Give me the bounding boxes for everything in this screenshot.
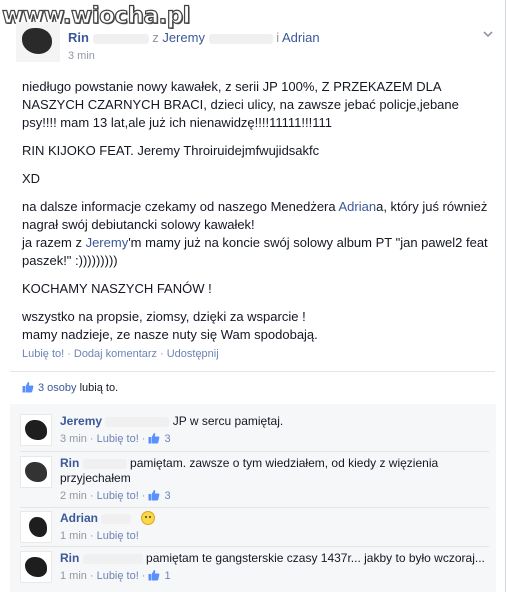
commenter-name[interactable]: Rin xyxy=(60,456,79,470)
commenter-avatar[interactable] xyxy=(20,414,52,446)
comment-like-button[interactable]: Lubię to! xyxy=(97,490,139,502)
comment-time[interactable]: 1 min xyxy=(60,530,87,542)
commenter-name[interactable]: Adrian xyxy=(60,511,98,525)
comment-meta: 2 min · Lubię to! · 3 xyxy=(60,489,171,502)
post-author-line: Rin z Jeremy i Adrian xyxy=(68,30,320,45)
smiley-emoji-icon xyxy=(140,511,155,525)
comment-text-line: Jeremy JP w sercu pamiętaj. xyxy=(60,414,490,429)
post-paragraph: KOCHAMY NASZYCH FANÓW ! xyxy=(22,281,212,296)
comment-like-count[interactable]: 1 xyxy=(164,570,170,582)
comment-like-count[interactable]: 3 xyxy=(164,490,170,502)
thumbs-up-icon xyxy=(148,569,160,581)
thumbs-up-icon xyxy=(22,381,34,393)
comment-meta: 1 min · Lubię to! · 1 xyxy=(60,569,171,582)
add-comment-button[interactable]: Dodaj komentarz xyxy=(74,348,157,360)
comment-item: Rin pamiętam. zawsze o tym wiedziałem, o… xyxy=(20,456,490,502)
comment-item: Rin pamiętam te gangsterskie czasy 1437r… xyxy=(20,551,490,589)
likes-summary: 3 osoby lubią to. xyxy=(22,381,118,394)
comment-like-button[interactable]: Lubię to! xyxy=(97,570,139,582)
commenter-name[interactable]: Rin xyxy=(60,551,79,565)
post-timestamp[interactable]: 3 min xyxy=(68,50,95,62)
comment-text: JP w sercu pamiętaj. xyxy=(172,414,284,428)
tagged-user-jeremy[interactable]: Jeremy xyxy=(162,30,205,45)
post-paragraph: RIN KIJOKO FEAT. Jeremy Throiruidejmfwuj… xyxy=(22,143,320,158)
author-avatar[interactable] xyxy=(16,22,60,62)
commenter-name[interactable]: Jeremy xyxy=(60,414,102,428)
blurred-text xyxy=(105,416,170,427)
comment-item: Jeremy JP w sercu pamiętaj. 3 min · Lubię … xyxy=(20,414,490,450)
thumbs-up-icon xyxy=(148,432,160,444)
like-button[interactable]: Lubię to! xyxy=(22,348,64,360)
likers-count-link[interactable]: 3 osoby xyxy=(38,382,77,394)
post-actions: Lubię to! · Dodaj komentarz · Udostępnij xyxy=(22,348,219,360)
post-paragraph: na dalsze informacje czekamy od naszego … xyxy=(22,198,494,270)
mention-jeremy[interactable]: Jeremy xyxy=(86,235,129,250)
tagged-conjunction: i xyxy=(276,30,280,45)
thumbs-up-icon xyxy=(148,489,160,501)
post-body: niedługo powstanie nowy kawałek, z serii… xyxy=(22,78,494,354)
text-fragment: na dalsze informacje czekamy od naszego … xyxy=(22,199,339,214)
comment-meta: 3 min · Lubię to! · 3 xyxy=(60,432,171,445)
blurred-text xyxy=(208,33,273,44)
text-fragment: mamy nadzieje, ze nasze nuty się Wam spo… xyxy=(22,327,318,342)
post-paragraph: wszystko na propsie, ziomsy, dzięki za w… xyxy=(22,308,494,344)
commenter-avatar[interactable] xyxy=(20,456,52,488)
comment-like-button[interactable]: Lubię to! xyxy=(97,433,139,445)
with-prefix: z xyxy=(152,30,159,45)
commenter-avatar[interactable] xyxy=(20,511,52,543)
chevron-down-icon[interactable] xyxy=(481,28,495,42)
facebook-post-card: www.wiocha.pl Rin z Jeremy i Adrian 3 mi… xyxy=(0,0,506,592)
share-button[interactable]: Udostępnij xyxy=(167,348,219,360)
comment-text-line: Adrian xyxy=(60,511,490,526)
blurred-text xyxy=(82,553,143,564)
comment-text: pamiętam te gangsterskie czasy 1437r... … xyxy=(146,551,485,565)
blurred-text xyxy=(82,458,127,469)
comment-time[interactable]: 3 min xyxy=(60,433,87,445)
divider xyxy=(10,371,495,372)
author-name-link[interactable]: Rin xyxy=(68,30,89,45)
post-paragraph: niedługo powstanie nowy kawałek, z serii… xyxy=(22,79,459,130)
comment-meta: 1 min · Lubię to! xyxy=(60,530,139,542)
comment-time[interactable]: 2 min xyxy=(60,490,87,502)
divider xyxy=(20,546,489,547)
commenter-avatar[interactable] xyxy=(20,551,52,583)
comment-text-line: Rin pamiętam te gangsterskie czasy 1437r… xyxy=(60,551,490,566)
likes-suffix: lubią to. xyxy=(79,382,119,394)
post-paragraph: XD xyxy=(22,171,41,186)
tagged-user-adrian[interactable]: Adrian xyxy=(282,30,320,45)
comment-like-button[interactable]: Lubię to! xyxy=(97,530,139,542)
divider xyxy=(20,451,489,452)
blurred-text xyxy=(101,513,132,524)
comment-item: Adrian 1 min · Lubię to! xyxy=(20,511,490,545)
divider xyxy=(20,507,489,508)
comment-like-count[interactable]: 3 xyxy=(164,433,170,445)
comment-time[interactable]: 1 min xyxy=(60,570,87,582)
blurred-text xyxy=(92,33,149,44)
text-fragment: ja razem z xyxy=(22,235,86,250)
text-fragment: wszystko na propsie, ziomsy, dzięki za w… xyxy=(22,309,306,324)
mention-adrian[interactable]: Adrian xyxy=(339,199,377,214)
comment-text-line: Rin pamiętam. zawsze o tym wiedziałem, o… xyxy=(60,456,490,486)
